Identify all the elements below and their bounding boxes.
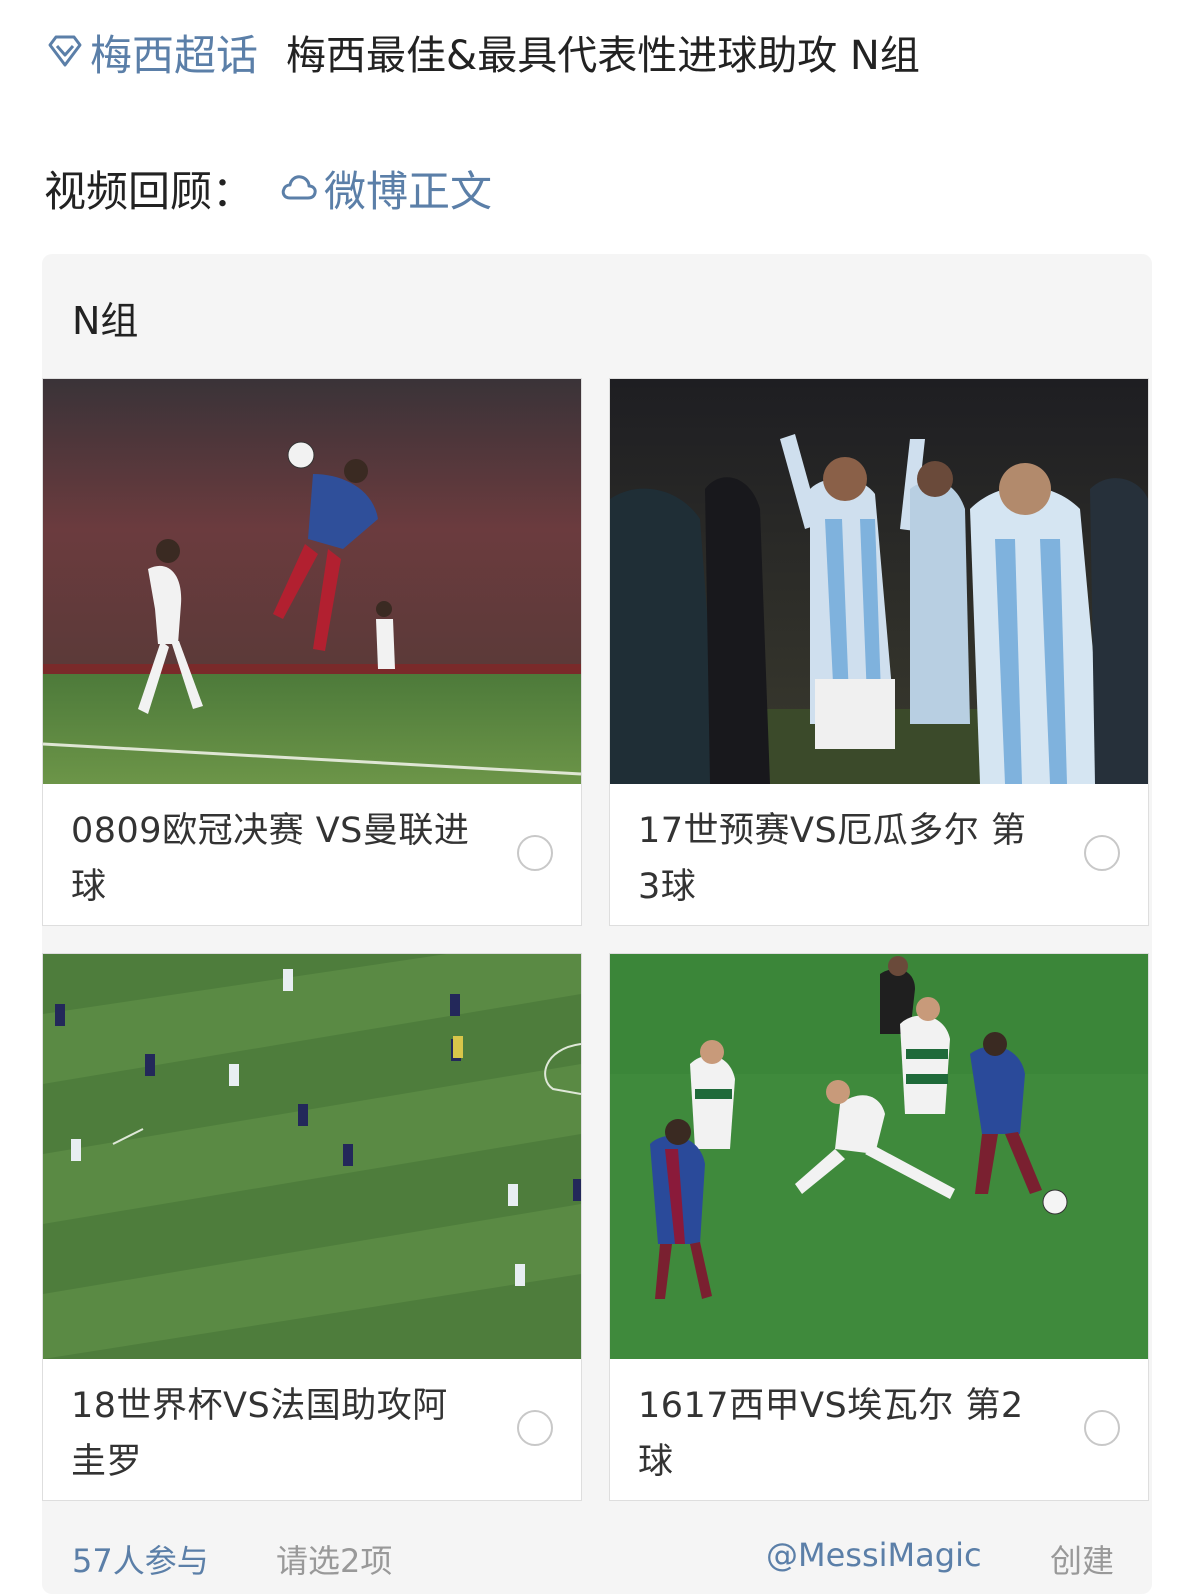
video-review-row: 视频回顾： 微博正文 (44, 157, 492, 219)
poll-option-label: 1617西甲VS埃瓦尔 第2球 (638, 1386, 1024, 1482)
radio-button[interactable] (517, 1410, 553, 1446)
poll-group-title: N组 (72, 299, 139, 343)
weibo-link-label: 微博正文 (324, 166, 493, 216)
topic-link[interactable]: 梅西超话 (44, 22, 258, 83)
poll-option[interactable]: 17世预赛VS厄瓜多尔 第3球 (609, 378, 1149, 926)
topic-label: 梅西超话 (90, 30, 259, 80)
messi-header-vs-man-united-photo (43, 379, 581, 784)
radio-button[interactable] (1084, 835, 1120, 871)
poll-option-label: 18世界杯VS法国助攻阿圭罗 (71, 1386, 448, 1482)
messi-dribble-vs-eibar-photo (610, 954, 1148, 1359)
selection-hint: 请选2项 (276, 1542, 393, 1580)
poll-option[interactable]: 0809欧冠决赛 VS曼联进球 (42, 378, 582, 926)
post-header: 梅西超话 梅西最佳&最具代表性进球助攻 N组 (44, 22, 920, 82)
radio-button[interactable] (517, 835, 553, 871)
poll-option[interactable]: 18世界杯VS法国助攻阿圭罗 (42, 953, 582, 1501)
created-label: 创建 (1050, 1542, 1115, 1580)
cloud-icon (281, 175, 317, 200)
poll-option[interactable]: 1617西甲VS埃瓦尔 第2球 (609, 953, 1149, 1501)
poll-footer: 57人参与 请选2项 @MessiMagic 创建 (72, 1536, 1122, 1586)
video-review-label: 视频回顾： (44, 166, 255, 216)
argentina-celebration-photo (610, 379, 1148, 784)
creator-link[interactable]: @MessiMagic (766, 1536, 982, 1574)
weibo-post-link[interactable]: 微博正文 (278, 158, 492, 219)
post-title: 梅西最佳&最具代表性进球助攻 N组 (286, 33, 920, 79)
radio-button[interactable] (1084, 1410, 1120, 1446)
participants-count[interactable]: 57人参与 (72, 1536, 209, 1582)
world-cup-pitch-photo (43, 954, 581, 1359)
poll-option-label: 0809欧冠决赛 VS曼联进球 (71, 811, 470, 907)
poll-card: N组 0809欧冠决赛 VS曼联进球 17世预赛VS厄瓜多尔 第3球 18世界杯… (42, 254, 1152, 1594)
diamond-icon (48, 35, 82, 67)
poll-option-label: 17世预赛VS厄瓜多尔 第3球 (638, 811, 1027, 907)
